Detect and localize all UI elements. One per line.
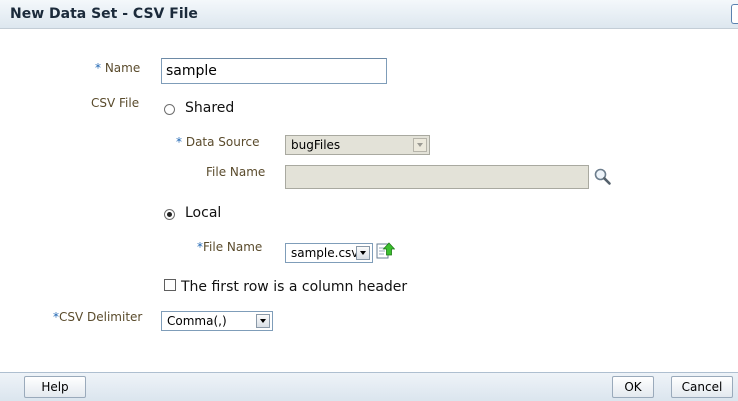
chevron-down-icon[interactable] (413, 138, 427, 152)
local-file-select[interactable]: sample.csv (285, 243, 373, 263)
local-radio[interactable] (164, 209, 175, 220)
name-input[interactable] (161, 58, 387, 84)
csv-delimiter-label-text: CSV Delimiter (59, 310, 143, 324)
local-radio-label: Local (185, 205, 222, 221)
shared-file-name-label: File Name (206, 165, 266, 179)
csv-delimiter-select[interactable]: Comma(,) (161, 311, 273, 331)
data-source-select[interactable]: bugFiles (285, 135, 430, 155)
cancel-button[interactable]: Cancel (671, 376, 733, 398)
data-source-label: * Data Source (176, 135, 260, 149)
required-marker: * (95, 61, 101, 75)
search-icon[interactable] (593, 167, 613, 187)
upload-icon[interactable] (375, 241, 395, 261)
shared-radio-label: Shared (185, 100, 235, 116)
dialog-title-bar: New Data Set - CSV File (0, 0, 738, 29)
chevron-down-icon[interactable] (256, 314, 270, 328)
csv-file-label: CSV File (91, 96, 140, 110)
local-file-value: sample.csv (291, 246, 356, 260)
data-source-value: bugFiles (291, 138, 341, 152)
header-row-checkbox[interactable] (164, 279, 176, 291)
name-label: * Name (95, 61, 140, 75)
csv-delimiter-value: Comma(,) (167, 314, 227, 328)
title-bar-edge-control[interactable] (731, 4, 738, 24)
data-source-label-text: Data Source (185, 135, 260, 149)
csv-delimiter-label: *CSV Delimiter (53, 310, 142, 324)
shared-radio[interactable] (164, 104, 175, 115)
local-file-name-label: *File Name (197, 240, 262, 254)
required-marker: * (176, 135, 182, 149)
name-label-text: Name (104, 61, 141, 75)
help-button[interactable]: Help (24, 376, 86, 398)
ok-button[interactable]: OK (612, 376, 654, 398)
radio-selected-dot (167, 212, 172, 217)
dialog-footer: Help OK Cancel (0, 372, 738, 401)
chevron-down-icon[interactable] (356, 246, 370, 260)
shared-file-name-input[interactable] (285, 165, 589, 189)
header-row-checkbox-label: The first row is a column header (181, 279, 408, 295)
local-file-name-label-text: File Name (203, 240, 263, 254)
dialog-title: New Data Set - CSV File (10, 6, 198, 22)
